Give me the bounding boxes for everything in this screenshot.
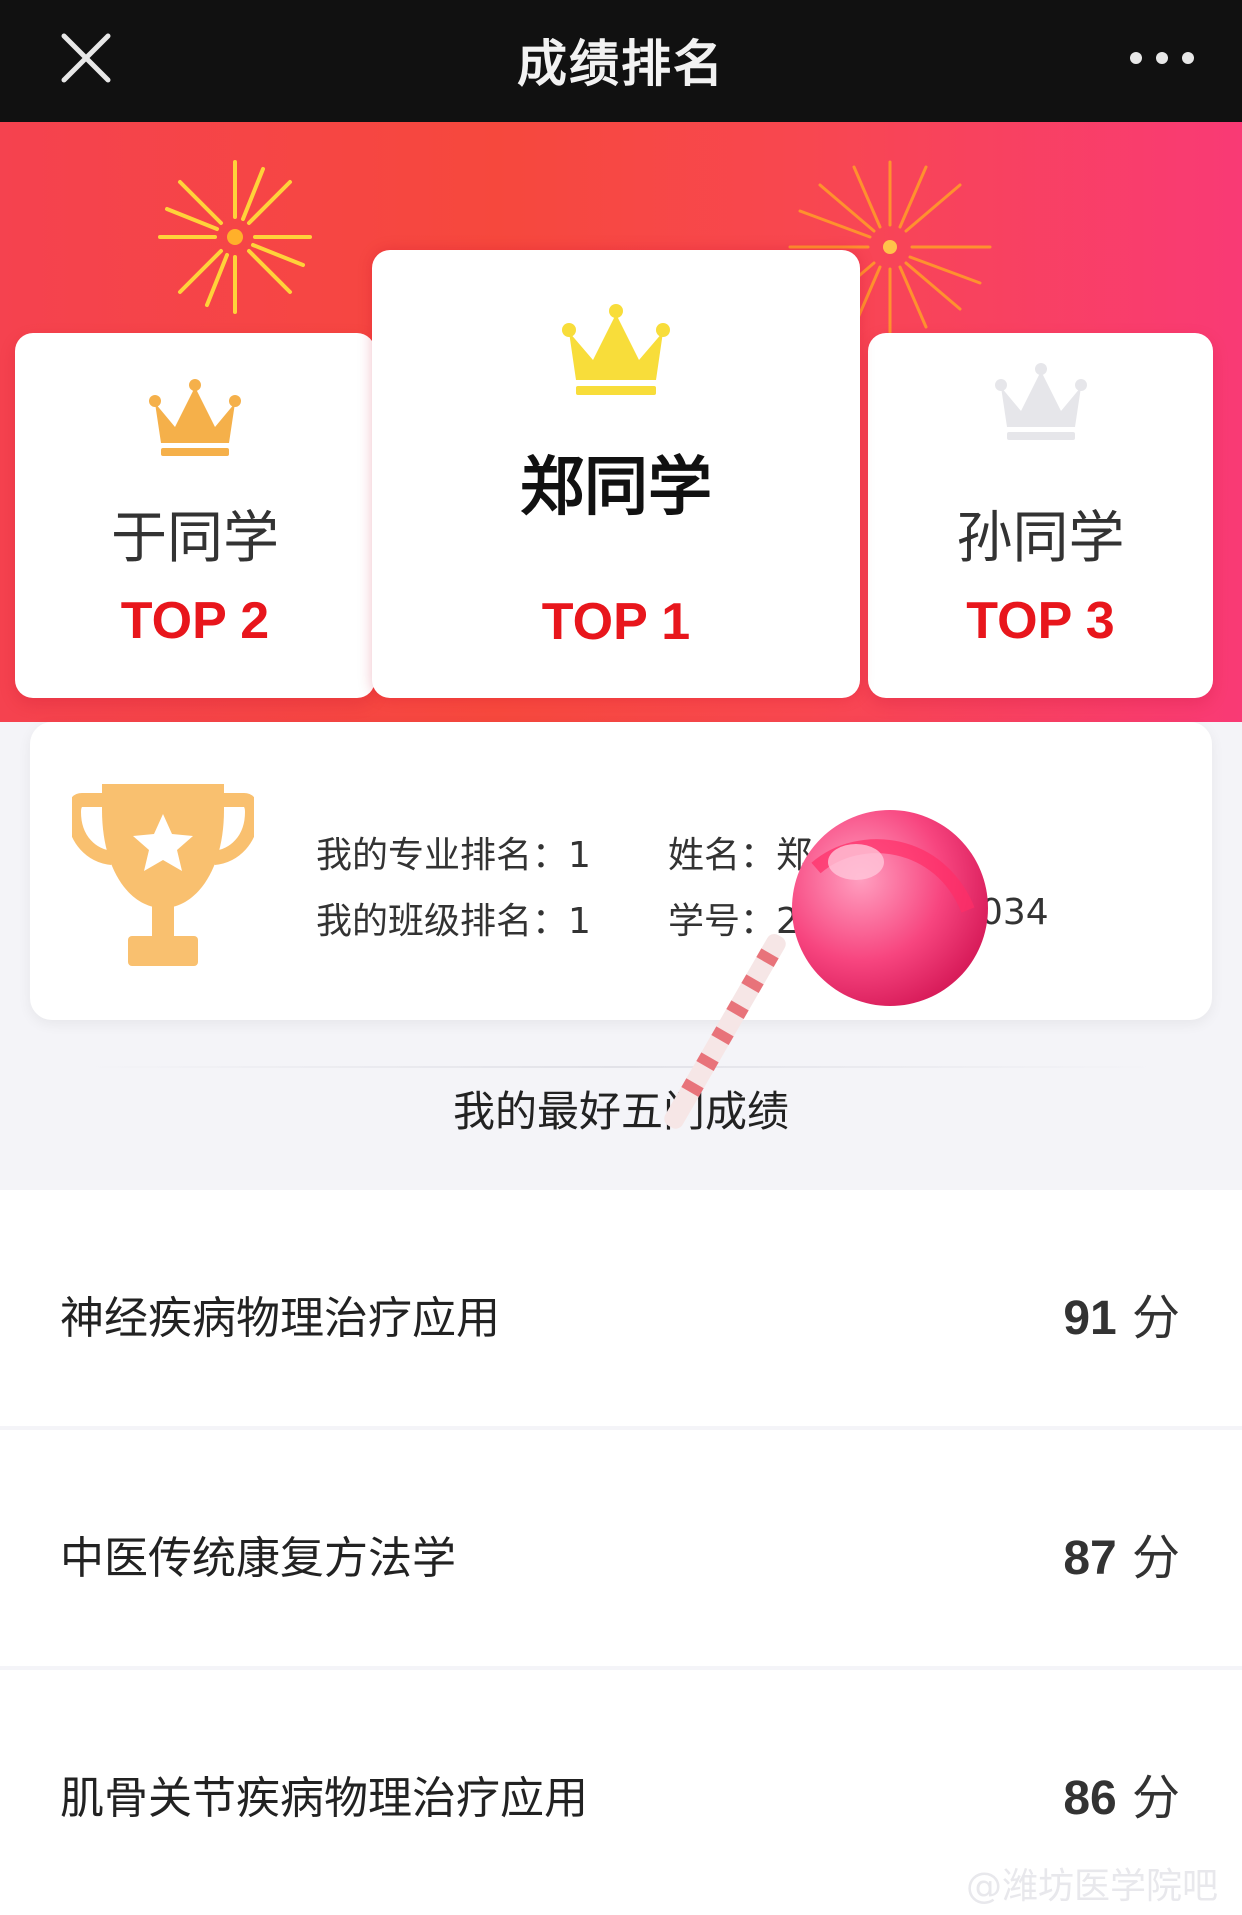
section-divider xyxy=(80,1066,1162,1068)
class-rank: 我的班级排名：1 xyxy=(316,901,591,942)
score-value: 87 xyxy=(1063,1532,1117,1585)
score-row: 中医传统康复方法学 87 分 xyxy=(0,1430,1242,1666)
student-name: 孙同学 xyxy=(956,506,1125,571)
student-name: 郑同学 xyxy=(520,451,712,525)
watermark: @潍坊医学院吧 xyxy=(965,1866,1218,1907)
section-title: 我的最好五门成绩 xyxy=(452,1087,789,1136)
crown-icon xyxy=(562,304,670,395)
score-unit: 分 xyxy=(1131,1290,1180,1346)
rank-label: TOP 3 xyxy=(966,592,1115,650)
top-bar: 成绩排名 xyxy=(0,0,1242,122)
page-title: 成绩排名 xyxy=(517,35,725,93)
score-value: 91 xyxy=(1063,1292,1117,1345)
score-unit: 分 xyxy=(1131,1770,1180,1826)
podium-card-1: 郑同学 TOP 1 xyxy=(372,250,860,698)
more-icon[interactable] xyxy=(1122,38,1202,78)
student-id-end: 034 xyxy=(980,892,1049,933)
crown-icon xyxy=(149,379,241,456)
firework-left-icon xyxy=(158,160,312,314)
student-name: 于同学 xyxy=(111,506,279,571)
trophy-icon xyxy=(72,784,254,966)
course-name: 神经疾病物理治疗应用 xyxy=(60,1293,500,1344)
crown-icon xyxy=(994,363,1087,440)
course-score: 87 分 xyxy=(1063,1518,1180,1588)
rank-label: TOP 1 xyxy=(541,593,691,651)
course-name: 肌骨关节疾病物理治疗应用 xyxy=(60,1773,588,1824)
my-ranking-card: 我的专业排名：1 我的班级排名：1 姓名：郑 学号：2 034 xyxy=(30,722,1212,1020)
course-score: 86 分 xyxy=(1063,1758,1180,1828)
score-unit: 分 xyxy=(1131,1530,1180,1586)
podium-card-3: 孙同学 TOP 3 xyxy=(868,333,1213,698)
course-name: 中医传统康复方法学 xyxy=(60,1533,456,1584)
major-rank: 我的专业排名：1 xyxy=(316,835,591,876)
lollipop-sticker-icon xyxy=(664,810,988,1129)
score-value: 86 xyxy=(1063,1772,1117,1825)
course-score: 91 分 xyxy=(1063,1278,1180,1348)
podium-card-2: 于同学 TOP 2 xyxy=(15,333,375,698)
score-row: 神经疾病物理治疗应用 91 分 xyxy=(0,1190,1242,1426)
rank-label: TOP 2 xyxy=(120,592,270,650)
